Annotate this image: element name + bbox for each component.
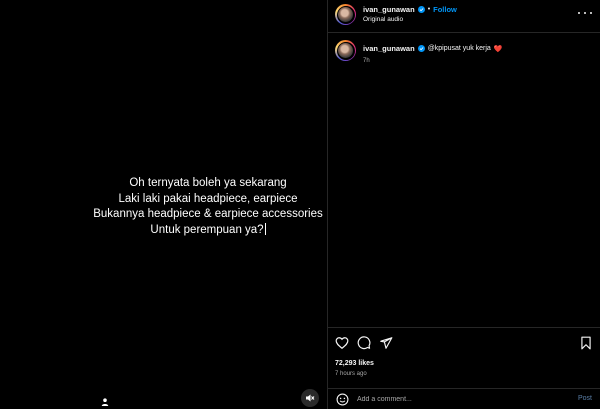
comment-input[interactable] — [357, 393, 557, 406]
verified-badge-icon — [417, 45, 425, 52]
post-side-panel: ivan_gunawan • Follow Original audio iva… — [328, 0, 600, 409]
follow-button[interactable]: Follow — [433, 5, 457, 14]
user-icon[interactable] — [100, 394, 110, 406]
muted-speaker-icon — [306, 394, 315, 402]
username-link[interactable]: ivan_gunawan — [363, 5, 415, 14]
emoji-icon[interactable] — [336, 393, 349, 406]
comment-divider — [328, 388, 600, 389]
more-options-icon[interactable] — [578, 8, 592, 18]
action-bar — [328, 334, 600, 352]
post-age: 7 hours ago — [335, 371, 367, 377]
post-button[interactable]: Post — [578, 395, 592, 402]
add-comment-bar: Post — [328, 390, 600, 409]
comment-text: @kpipusat yuk kerja — [427, 45, 491, 52]
separator-dot: • — [427, 6, 431, 13]
post-header: ivan_gunawan • Follow Original audio — [328, 0, 600, 32]
header-divider — [328, 32, 600, 33]
heart-icon[interactable] — [335, 336, 349, 350]
comment-icon[interactable] — [357, 336, 371, 350]
likes-count[interactable]: 72,293 likes — [335, 360, 374, 367]
actions-divider — [328, 327, 600, 328]
verified-badge-icon — [417, 6, 425, 13]
mute-button[interactable] — [301, 389, 319, 407]
reel-video[interactable]: Oh ternyata boleh ya sekarang Laki laki … — [0, 0, 327, 409]
share-icon[interactable] — [379, 336, 393, 350]
comment-username[interactable]: ivan_gunawan — [363, 44, 415, 53]
bookmark-icon[interactable] — [579, 336, 593, 350]
caption-comment: ivan_gunawan @kpipusat yuk kerja ❤️ — [363, 44, 503, 53]
comment-timestamp[interactable]: 7h — [363, 58, 370, 64]
original-audio-link[interactable]: Original audio — [363, 16, 403, 23]
avatar[interactable] — [335, 4, 356, 25]
avatar[interactable] — [335, 40, 356, 61]
heart-emoji: ❤️ — [493, 45, 503, 53]
